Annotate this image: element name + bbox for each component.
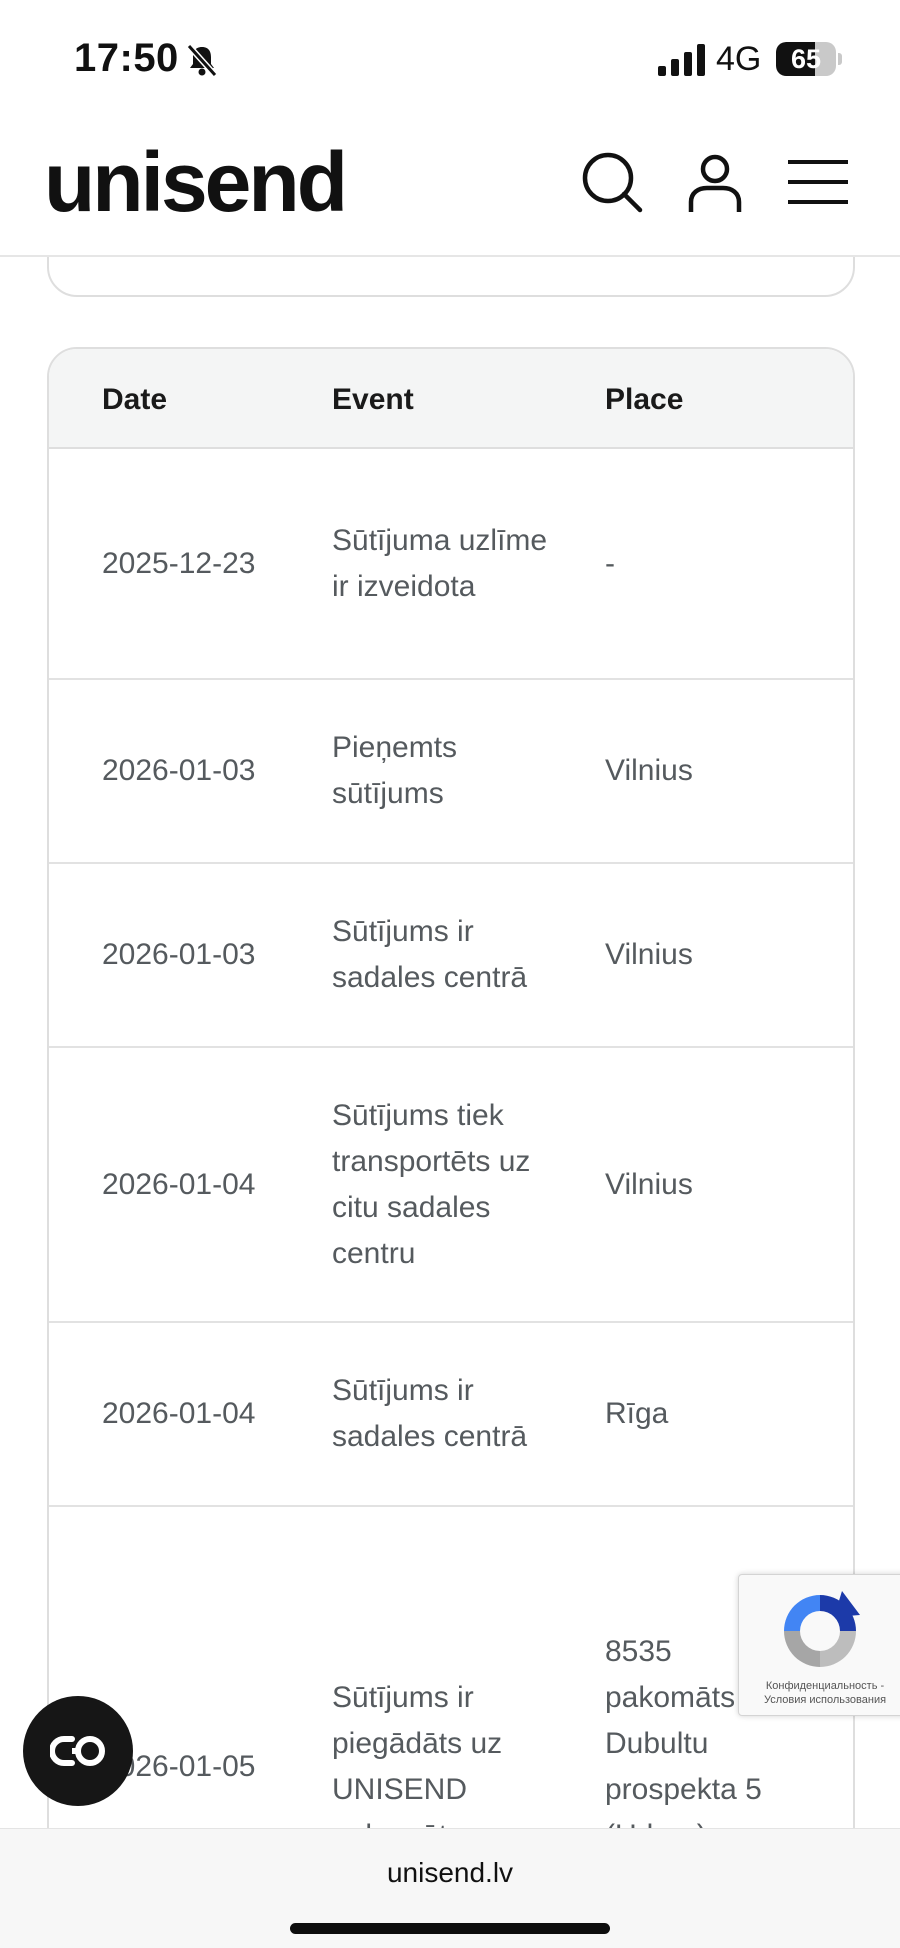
table-row: 2026-01-03 Sūtījums ir sadales centrā Vi… (49, 864, 853, 1048)
recaptcha-line-2[interactable]: Условия использования (743, 1693, 900, 1707)
table-row: 2025-12-23 Sūtījuma uzlīme ir izveidota … (49, 449, 853, 680)
table-row: 2026-01-04 Sūtījums ir sadales centrā Rī… (49, 1323, 853, 1507)
row-event: Pieņemts sūtījums (332, 731, 458, 810)
user-icon[interactable] (683, 150, 747, 214)
row-place: Vilnius (605, 938, 693, 971)
row-place: Vilnius (605, 1167, 693, 1201)
browser-address-bar[interactable]: unisend.lv (0, 1828, 900, 1948)
unisend-logo[interactable]: unisend (44, 140, 348, 224)
table-row: 2026-01-03 Pieņemts sūtījums Vilnius (49, 680, 853, 864)
row-place: Rīga (605, 1397, 669, 1430)
row-date: 2026-01-03 (102, 938, 256, 971)
table-row: 2026-01-04 Sūtījums tiek transportēts uz… (49, 1048, 853, 1323)
row-date: 2026-01-03 (102, 754, 256, 787)
site-header: unisend (0, 110, 900, 257)
row-event: Sūtījums ir sadales centrā (332, 915, 528, 994)
row-date: 2025-12-23 (102, 546, 256, 580)
network-type: 4G (716, 40, 762, 78)
row-event: Sūtījuma uzlīme ir izveidota (332, 523, 548, 603)
column-header-place: Place (605, 383, 684, 416)
battery-level: 65 (790, 44, 822, 74)
previous-card (47, 257, 855, 297)
row-place: - (605, 546, 615, 580)
row-date: 2026-01-05 (102, 1750, 256, 1783)
home-indicator[interactable] (290, 1923, 610, 1934)
battery-indicator: 65 (776, 42, 836, 76)
row-date: 2026-01-04 (102, 1167, 256, 1201)
row-event: Sūtījums ir piegādāts uz UNISEND pakomāt… (332, 1681, 503, 1828)
row-place: Vilnius (605, 754, 693, 787)
row-event: Sūtījums ir sadales centrā (332, 1374, 528, 1453)
url-label[interactable]: unisend.lv (0, 1857, 900, 1889)
tracking-events-table: Date Event Place 2025-12-23 Sūtījuma uzl… (47, 347, 855, 1828)
battery-tip (838, 53, 842, 65)
search-icon[interactable] (580, 150, 644, 214)
recaptcha-badge[interactable]: Конфиденциальность - Условия использован… (738, 1574, 900, 1716)
chat-button[interactable] (23, 1696, 133, 1806)
chat-glasses-icon (50, 1736, 105, 1766)
hamburger-menu-icon[interactable] (786, 150, 850, 214)
recaptcha-privacy-text[interactable]: Конфиденциальность - Условия использован… (743, 1679, 900, 1707)
column-header-event: Event (332, 383, 414, 416)
page: 17:50 4G 65 unisend Date Event Place 202… (0, 0, 900, 1948)
row-date: 2026-01-04 (102, 1397, 256, 1430)
table-row: 2026-01-05 Sūtījums ir piegādāts uz UNIS… (49, 1507, 853, 1828)
row-event: Sūtījums tiek transportēts uz citu sadal… (332, 1098, 531, 1270)
signal-bars-icon (658, 44, 705, 76)
column-header-date: Date (102, 383, 168, 416)
recaptcha-line-1[interactable]: Конфиденциальность - (743, 1679, 900, 1693)
bell-slash-icon (186, 43, 218, 78)
table-header: Date Event Place (49, 349, 853, 449)
status-bar: 17:50 4G 65 (0, 0, 900, 110)
recaptcha-icon (784, 1591, 860, 1667)
status-time: 17:50 (74, 36, 179, 80)
